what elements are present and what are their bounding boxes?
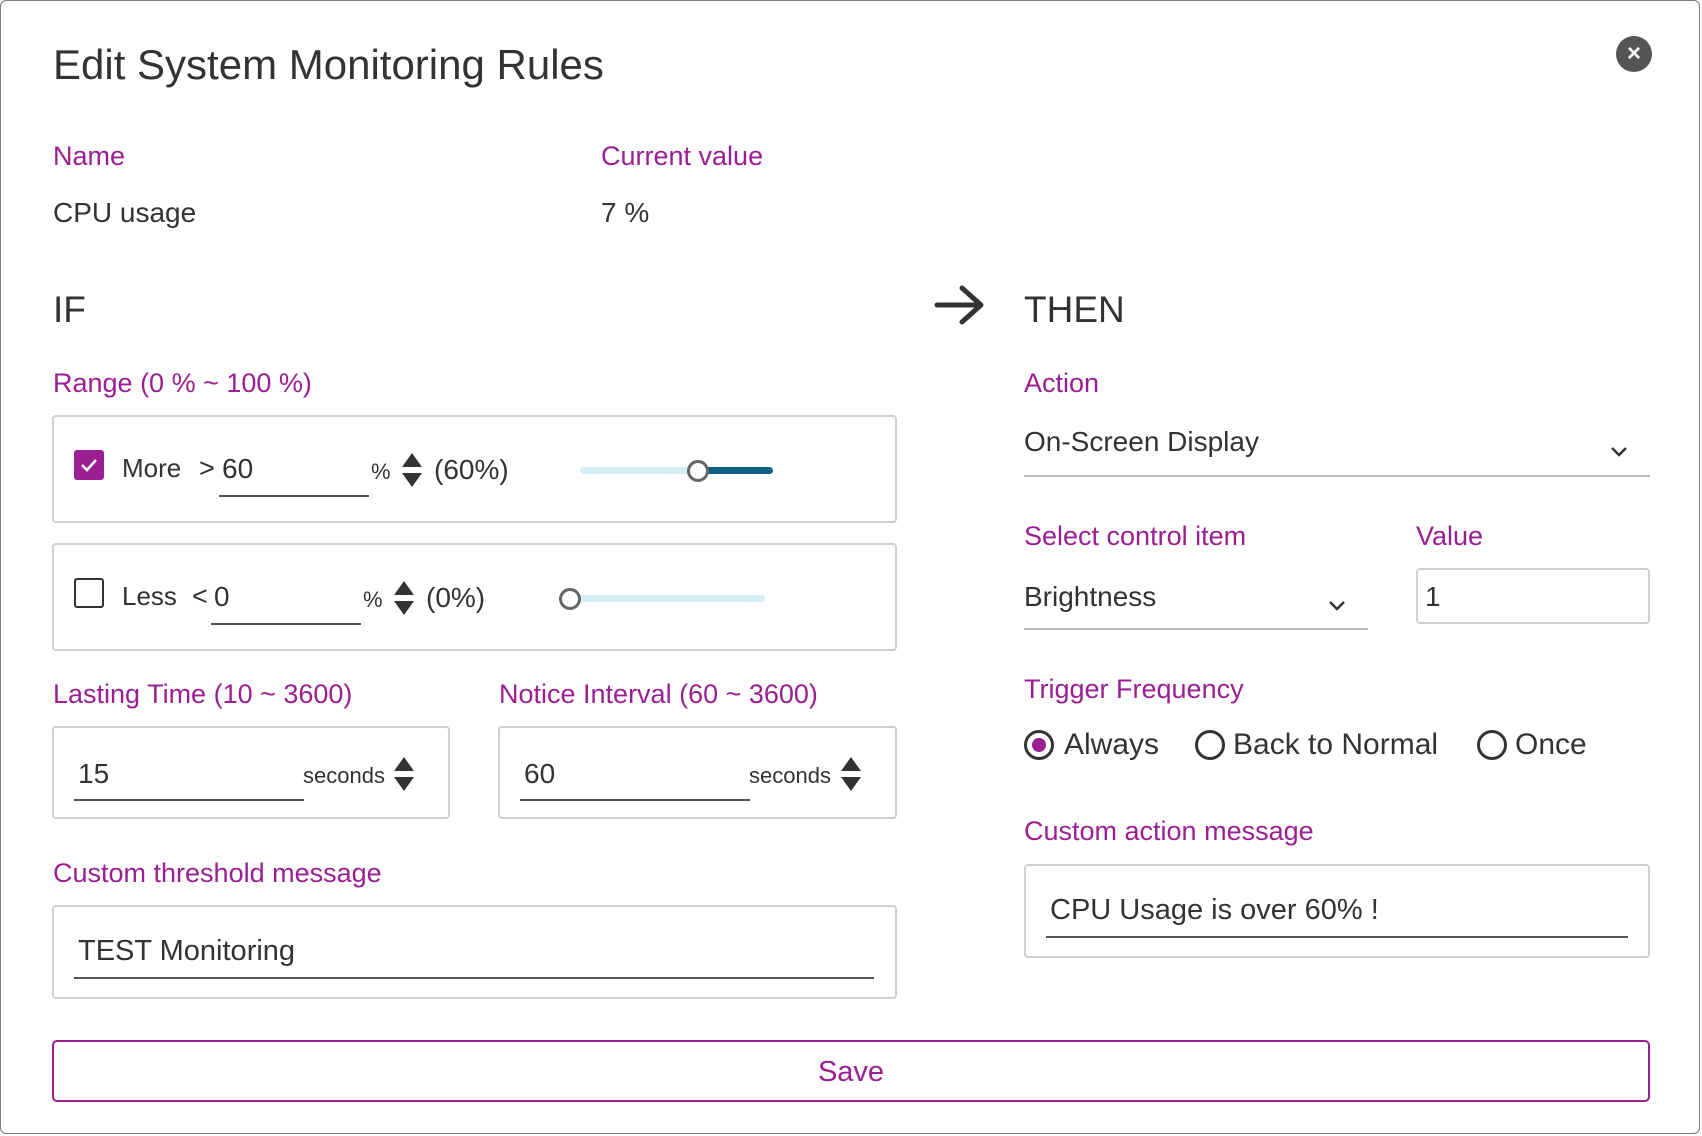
control-item-select[interactable]: Brightness [1024, 566, 1368, 630]
value-label: Value [1416, 521, 1484, 551]
less-unit: % [363, 587, 383, 612]
notice-interval-underline [520, 799, 750, 801]
current-value: 7 % [601, 197, 650, 228]
more-checkbox[interactable] [74, 450, 104, 480]
action-message-input[interactable]: CPU Usage is over 60% ! [1050, 894, 1379, 927]
frequency-option-back-to-normal[interactable]: Back to Normal [1195, 728, 1445, 766]
value-input[interactable]: 1 [1425, 581, 1441, 613]
more-display: (60%) [434, 454, 509, 485]
threshold-message-label: Custom threshold message [53, 858, 382, 888]
radio-once[interactable] [1477, 730, 1507, 760]
less-input-underline [211, 623, 361, 625]
more-input-underline [219, 495, 369, 497]
threshold-message-box: TEST Monitoring [52, 905, 897, 999]
less-checkbox[interactable] [74, 578, 104, 608]
range-label: Range (0 % ~ 100 %) [53, 368, 312, 398]
then-heading: THEN [1024, 289, 1125, 330]
close-button[interactable]: × [1616, 36, 1652, 72]
action-label: Action [1024, 368, 1100, 398]
less-operator: < [192, 581, 208, 611]
less-value-input[interactable]: 0 [214, 581, 230, 613]
less-range-row: Less < 0 % (0%) [52, 543, 897, 651]
if-heading: IF [53, 289, 86, 330]
lasting-time-unit: seconds [303, 763, 385, 788]
radio-selected-dot [1032, 738, 1046, 752]
more-spinner-icon[interactable] [401, 451, 423, 489]
name-label: Name [53, 141, 126, 171]
more-slider-inactive [580, 467, 695, 474]
threshold-message-input[interactable]: TEST Monitoring [78, 935, 295, 968]
frequency-label-once: Once [1515, 728, 1587, 761]
action-message-underline [1046, 936, 1628, 938]
check-icon [81, 459, 97, 472]
chevron-down-icon [1611, 447, 1627, 457]
frequency-option-once[interactable]: Once [1477, 728, 1597, 766]
more-label: More [122, 453, 182, 483]
action-message-label: Custom action message [1024, 816, 1314, 846]
action-message-box: CPU Usage is over 60% ! [1024, 864, 1650, 958]
control-item-label: Select control item [1024, 521, 1247, 551]
more-range-row: More > 60 % (60%) [52, 415, 897, 523]
notice-interval-label: Notice Interval (60 ~ 3600) [499, 679, 818, 709]
lasting-time-underline [74, 799, 304, 801]
notice-interval-input[interactable]: 60 [524, 758, 555, 790]
less-display: (0%) [426, 582, 486, 613]
value-input-box[interactable]: 1 [1416, 568, 1650, 624]
lasting-time-label: Lasting Time (10 ~ 3600) [53, 679, 353, 709]
chevron-down-icon [1329, 601, 1345, 611]
action-select[interactable]: On-Screen Display [1024, 413, 1650, 477]
monitoring-rule-dialog: Edit System Monitoring Rules × Name CPU … [0, 0, 1700, 1134]
less-slider-track [572, 595, 765, 602]
frequency-label-always: Always [1064, 728, 1160, 761]
radio-always[interactable] [1024, 730, 1054, 760]
notice-interval-spinner-icon[interactable] [840, 755, 862, 793]
more-operator: > [199, 453, 215, 483]
less-slider-thumb[interactable] [559, 588, 581, 610]
notice-interval-unit: seconds [749, 763, 831, 788]
lasting-time-box: 15 seconds [52, 726, 450, 819]
dialog-title: Edit System Monitoring Rules [53, 41, 604, 88]
arrow-right-icon [934, 285, 984, 325]
more-value-input[interactable]: 60 [222, 453, 253, 485]
save-button[interactable]: Save [52, 1040, 1650, 1102]
less-label: Less [122, 581, 177, 611]
frequency-option-always[interactable]: Always [1024, 728, 1164, 766]
lasting-time-input[interactable]: 15 [78, 758, 109, 790]
control-item-selected-value: Brightness [1024, 581, 1157, 612]
close-icon: × [1626, 40, 1641, 67]
name-value: CPU usage [53, 197, 197, 228]
notice-interval-box: 60 seconds [498, 726, 897, 819]
less-spinner-icon[interactable] [393, 579, 415, 617]
trigger-frequency-label: Trigger Frequency [1024, 674, 1244, 704]
radio-back-to-normal[interactable] [1195, 730, 1225, 760]
more-unit: % [371, 459, 391, 484]
threshold-message-underline [74, 977, 874, 979]
action-selected-value: On-Screen Display [1024, 426, 1259, 457]
lasting-time-spinner-icon[interactable] [393, 755, 415, 793]
frequency-label-back-to-normal: Back to Normal [1233, 728, 1439, 761]
current-value-label: Current value [601, 141, 764, 171]
more-slider-thumb[interactable] [687, 460, 709, 482]
